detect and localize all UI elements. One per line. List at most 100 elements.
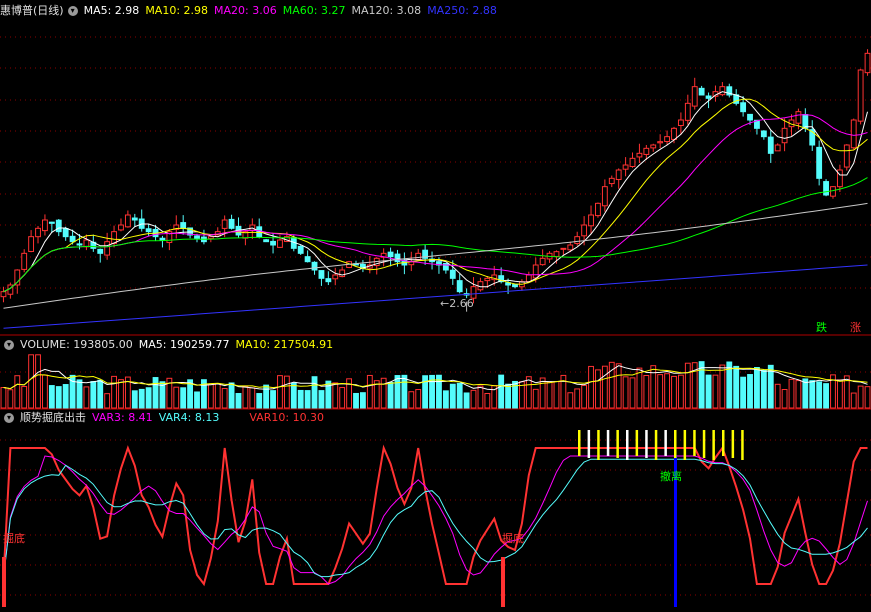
down-button[interactable]: 跌 — [816, 319, 827, 335]
candle-body — [83, 239, 90, 248]
candle-body — [194, 235, 200, 239]
volume-bar — [97, 379, 104, 409]
warning-bar — [597, 430, 600, 460]
volume-bar — [48, 385, 55, 409]
volume-bar — [332, 382, 339, 409]
volume-bar — [90, 381, 97, 409]
candle-body — [207, 236, 214, 240]
stock-title: 惠博普(日线) — [0, 4, 64, 17]
volume-bar — [463, 392, 470, 409]
volume-bar — [173, 386, 180, 409]
warning-bar — [674, 430, 677, 458]
candle-body — [595, 202, 601, 217]
candle-body — [131, 217, 138, 221]
chevron-down-icon[interactable]: ▾ — [4, 413, 14, 423]
up-button[interactable]: 涨 — [850, 319, 861, 335]
volume-bar — [249, 387, 256, 409]
indicator-title: 顺势掘底出击 — [20, 411, 86, 424]
volume-bar — [671, 375, 677, 409]
candle-body — [0, 291, 7, 298]
volume-bar — [104, 393, 111, 409]
candle-body — [574, 236, 581, 244]
volume-bar — [221, 388, 228, 409]
volume-bar — [270, 390, 276, 409]
warning-bar — [722, 430, 725, 456]
volume-bar — [740, 376, 747, 409]
candle-body — [180, 222, 187, 229]
volume-bar — [712, 374, 719, 409]
volume-bar — [131, 390, 138, 409]
volume-bar — [35, 354, 41, 409]
warning-bar — [616, 430, 619, 458]
candle-body — [650, 144, 657, 149]
volume-bar — [816, 381, 823, 409]
candle-body — [608, 177, 615, 185]
warning-bar — [702, 430, 706, 458]
candle-body — [740, 102, 747, 113]
candle-body — [774, 144, 781, 152]
var3-label: VAR3: 8.41 — [92, 411, 153, 424]
volume-bar — [733, 365, 740, 409]
chevron-down-icon[interactable]: ▾ — [4, 340, 14, 350]
candle-body — [311, 261, 318, 271]
main-header: 惠博普(日线) ▾ MA5: 2.98 MA10: 2.98 MA20: 3.06 MA6… — [0, 3, 503, 19]
warning-bar — [664, 430, 667, 456]
volume-bar — [118, 379, 124, 409]
candle-body — [55, 219, 62, 233]
candle-body — [539, 257, 546, 266]
volume-bar — [152, 377, 159, 409]
volume-header: ▾ VOLUME: 193805.00 MA5: 190259.77 MA10: 21… — [0, 337, 339, 353]
candle-body — [525, 274, 532, 283]
var10-line — [2, 444, 868, 587]
ma10-label: MA10: 2.98 — [145, 4, 209, 17]
volume-bar — [574, 388, 581, 409]
candle-body — [48, 221, 55, 224]
candle-body — [795, 111, 802, 124]
candle-body — [657, 141, 664, 144]
volume-bar — [394, 375, 401, 409]
volume-bar — [339, 387, 346, 409]
candle-body — [823, 181, 829, 196]
candle-body — [339, 269, 346, 278]
volume-bar — [747, 374, 753, 409]
candle-body — [601, 186, 608, 207]
candle-body — [270, 240, 276, 246]
volume-bar — [836, 379, 843, 409]
candle-body — [760, 130, 767, 138]
candle-body — [857, 69, 864, 122]
candle-body — [719, 86, 726, 96]
volume-bar — [283, 375, 290, 409]
candle-body — [698, 87, 705, 96]
volume-bar — [442, 390, 449, 409]
volume-bar — [795, 380, 802, 409]
candle-body — [449, 269, 456, 279]
candle-body — [671, 127, 677, 140]
ma250-label: MA250: 2.88 — [427, 4, 497, 17]
volume-bar — [684, 362, 691, 409]
candle-body — [615, 169, 622, 181]
candle-body — [415, 252, 422, 260]
volume-bar — [311, 376, 318, 409]
candle-body — [864, 52, 871, 74]
volume-bar — [622, 376, 629, 409]
volume-bar — [553, 380, 560, 409]
var4-label: VAR4: 8.13 — [158, 411, 220, 424]
ma120-label: MA120: 3.08 — [351, 4, 422, 17]
candle-body — [664, 136, 670, 142]
volume-bar — [145, 387, 152, 409]
volume-bar — [484, 392, 491, 409]
volume-label: VOLUME: 193805.00 — [20, 338, 133, 351]
candle-body — [816, 146, 823, 179]
warning-bar — [683, 430, 687, 460]
chevron-down-icon[interactable]: ▾ — [67, 6, 78, 16]
candle-body — [145, 228, 152, 233]
dig-bottom-label-1: 掘底 — [3, 532, 25, 545]
volume-bar — [546, 381, 553, 409]
volume-bar — [380, 377, 387, 409]
volume-bar — [263, 384, 270, 409]
volume-bar — [802, 378, 809, 409]
volume-bar — [449, 383, 456, 409]
volume-bar — [615, 363, 622, 409]
candle-body — [622, 164, 629, 170]
candle-body — [643, 147, 650, 155]
